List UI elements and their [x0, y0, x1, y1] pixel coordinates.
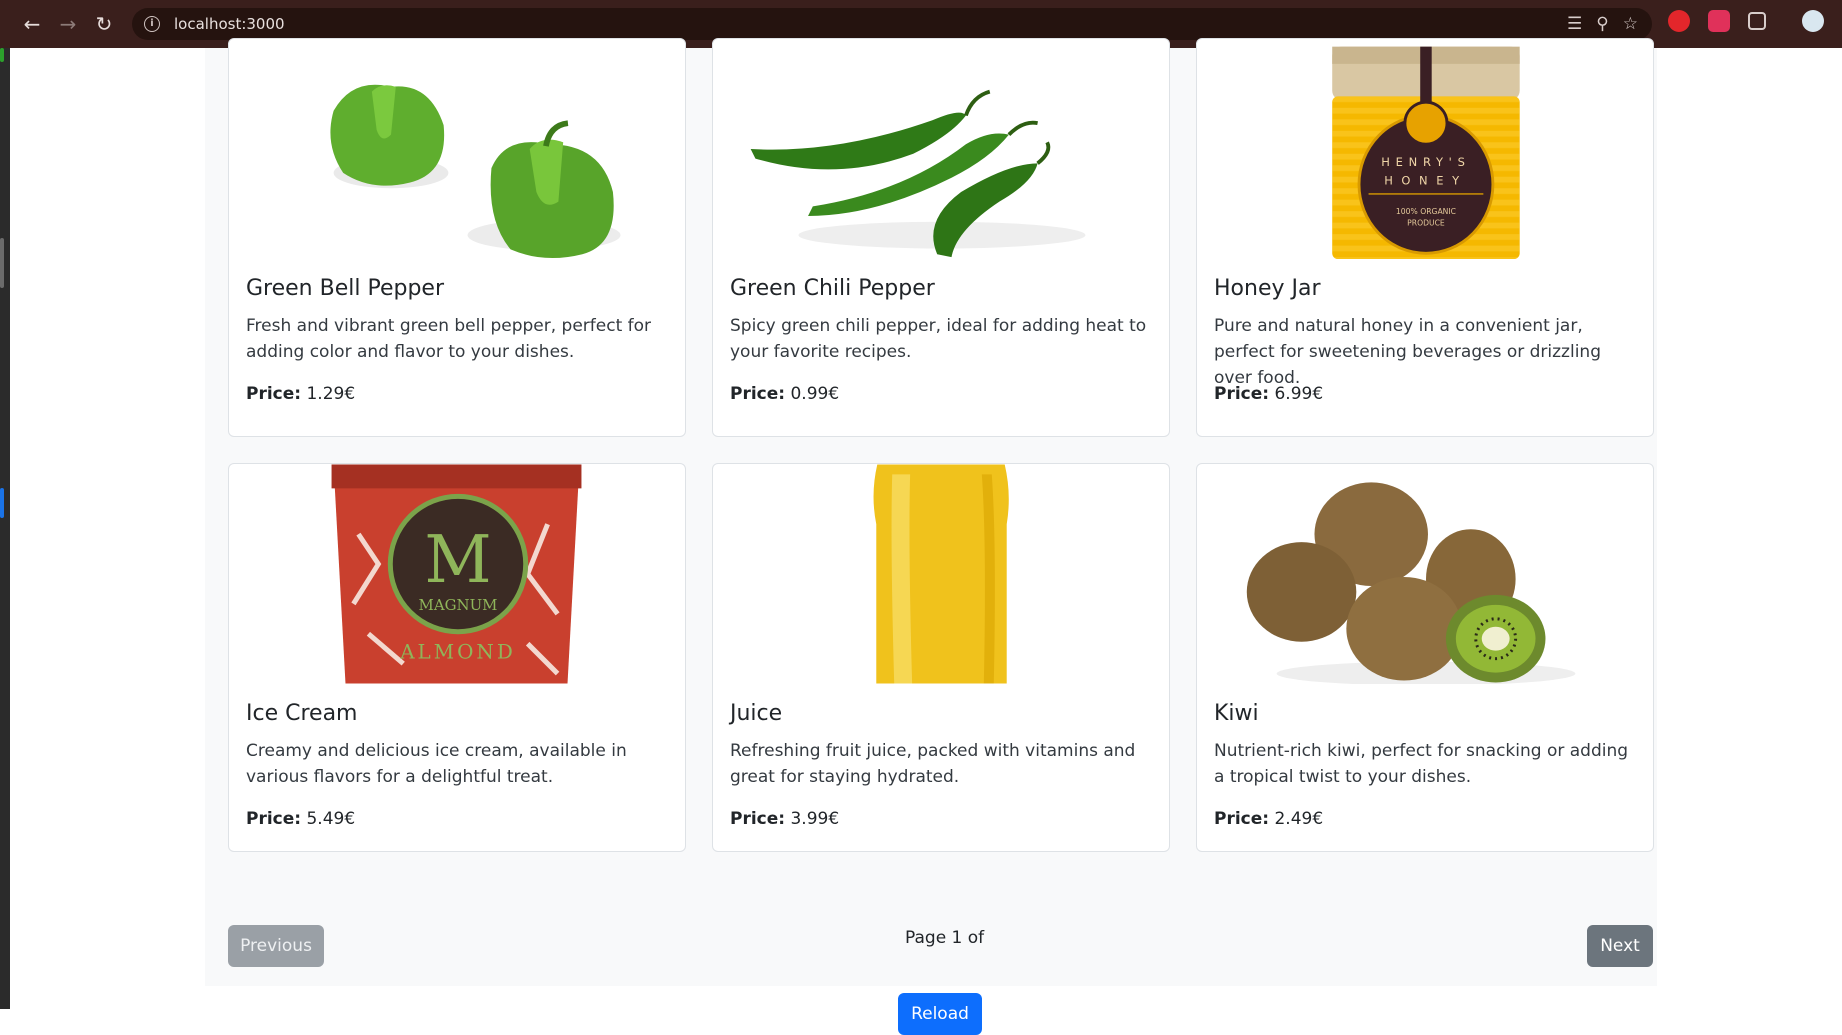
- product-description: Nutrient-rich kiwi, perfect for snacking…: [1214, 741, 1629, 787]
- translate-icon[interactable]: ☰: [1567, 14, 1582, 34]
- price-label: Price:: [246, 809, 302, 829]
- price-label: Price:: [246, 384, 302, 404]
- reload-button[interactable]: Reload: [898, 993, 982, 1035]
- dock-indicator: [0, 48, 4, 62]
- price-label: Price:: [1214, 809, 1270, 829]
- price-value: 6.99€: [1274, 384, 1324, 404]
- product-image: [330, 84, 621, 259]
- product-price: Price: 3.99€: [730, 809, 839, 829]
- product-name: Kiwi: [1214, 701, 1259, 726]
- product-name: Green Chili Pepper: [730, 276, 935, 301]
- product-card: Kiwi Nutrient-rich kiwi, perfect for sna…: [1196, 463, 1654, 852]
- address-bar[interactable]: i localhost:3000 ☰ ⚲ ☆: [132, 8, 1652, 40]
- card-body: Ice Cream Creamy and delicious ice cream…: [246, 700, 668, 790]
- honey-brand-text: HENRY'S: [1381, 155, 1470, 169]
- honey-organic-text: 100% ORGANIC: [1396, 207, 1456, 216]
- product-card: M MAGNUM ALMOND Ice Cream Creamy and del…: [228, 463, 686, 852]
- product-image: HENRY'S HONEY 100% ORGANIC PRODUCE: [1332, 46, 1520, 259]
- product-card: Juice Refreshing fruit juice, packed wit…: [712, 463, 1170, 852]
- product-card: Green Chili Pepper Spicy green chili pep…: [712, 38, 1170, 437]
- product-list: Green Bell Pepper Fresh and vibrant gree…: [205, 38, 1657, 986]
- product-description: Creamy and delicious ice cream, availabl…: [246, 741, 627, 787]
- product-description: Pure and natural honey in a convenient j…: [1214, 316, 1601, 388]
- product-name: Green Bell Pepper: [246, 276, 444, 301]
- product-price: Price: 0.99€: [730, 384, 839, 404]
- price-label: Price:: [1214, 384, 1270, 404]
- product-price: Price: 5.49€: [246, 809, 355, 829]
- product-price: Price: 2.49€: [1214, 809, 1323, 829]
- price-label: Price:: [730, 809, 786, 829]
- bookmark-star-icon[interactable]: ☆: [1623, 14, 1638, 34]
- ice-cream-brand-text: MAGNUM: [419, 596, 498, 614]
- card-body: Green Bell Pepper Fresh and vibrant gree…: [246, 275, 668, 365]
- url-text: localhost:3000: [174, 15, 285, 33]
- back-arrow-icon[interactable]: ←: [14, 6, 50, 42]
- price-value: 3.99€: [790, 809, 840, 829]
- product-image: [750, 89, 1086, 258]
- card-body: Juice Refreshing fruit juice, packed wit…: [730, 700, 1152, 790]
- product-card: Green Bell Pepper Fresh and vibrant gree…: [228, 38, 686, 437]
- honey-label-text: HONEY: [1384, 173, 1468, 187]
- product-price: Price: 6.99€: [1214, 384, 1323, 404]
- price-value: 1.29€: [306, 384, 356, 404]
- zoom-icon[interactable]: ⚲: [1596, 14, 1608, 34]
- honey-produce-text: PRODUCE: [1407, 219, 1445, 228]
- product-description: Spicy green chili pepper, ideal for addi…: [730, 316, 1147, 362]
- ice-cream-logo-text: M: [424, 522, 491, 598]
- product-description: Fresh and vibrant green bell pepper, per…: [246, 316, 652, 362]
- product-card: HENRY'S HONEY 100% ORGANIC PRODUCE Honey…: [1196, 38, 1654, 437]
- extension-icon[interactable]: [1668, 10, 1690, 32]
- product-name: Honey Jar: [1214, 276, 1321, 301]
- extensions-puzzle-icon[interactable]: [1748, 12, 1766, 30]
- product-image: [1246, 482, 1576, 684]
- page-viewport: Green Bell Pepper Fresh and vibrant gree…: [10, 38, 1842, 1035]
- forward-arrow-icon[interactable]: →: [50, 6, 86, 42]
- card-body: Green Chili Pepper Spicy green chili pep…: [730, 275, 1152, 365]
- page-indicator: Page 1 of: [905, 928, 985, 948]
- dock-indicator: [0, 488, 4, 518]
- dock-indicator: [0, 238, 4, 288]
- next-button[interactable]: Next: [1587, 925, 1653, 967]
- product-description: Refreshing fruit juice, packed with vita…: [730, 741, 1136, 787]
- product-price: Price: 1.29€: [246, 384, 355, 404]
- profile-avatar-icon[interactable]: [1802, 10, 1824, 32]
- site-info-icon[interactable]: i: [144, 16, 160, 32]
- extension-icon[interactable]: [1708, 10, 1730, 32]
- price-label: Price:: [730, 384, 786, 404]
- os-dock: [0, 48, 10, 1009]
- previous-button[interactable]: Previous: [228, 925, 324, 967]
- price-value: 0.99€: [790, 384, 840, 404]
- price-value: 2.49€: [1274, 809, 1324, 829]
- product-image: [873, 464, 1009, 684]
- reload-icon[interactable]: ↻: [86, 6, 122, 42]
- ice-cream-flavor-text: ALMOND: [399, 641, 516, 664]
- price-value: 5.49€: [306, 809, 356, 829]
- product-name: Ice Cream: [246, 701, 358, 726]
- product-image: M MAGNUM ALMOND: [331, 464, 582, 684]
- card-body: Kiwi Nutrient-rich kiwi, perfect for sna…: [1214, 700, 1636, 790]
- card-body: Honey Jar Pure and natural honey in a co…: [1214, 275, 1636, 391]
- product-name: Juice: [730, 701, 783, 726]
